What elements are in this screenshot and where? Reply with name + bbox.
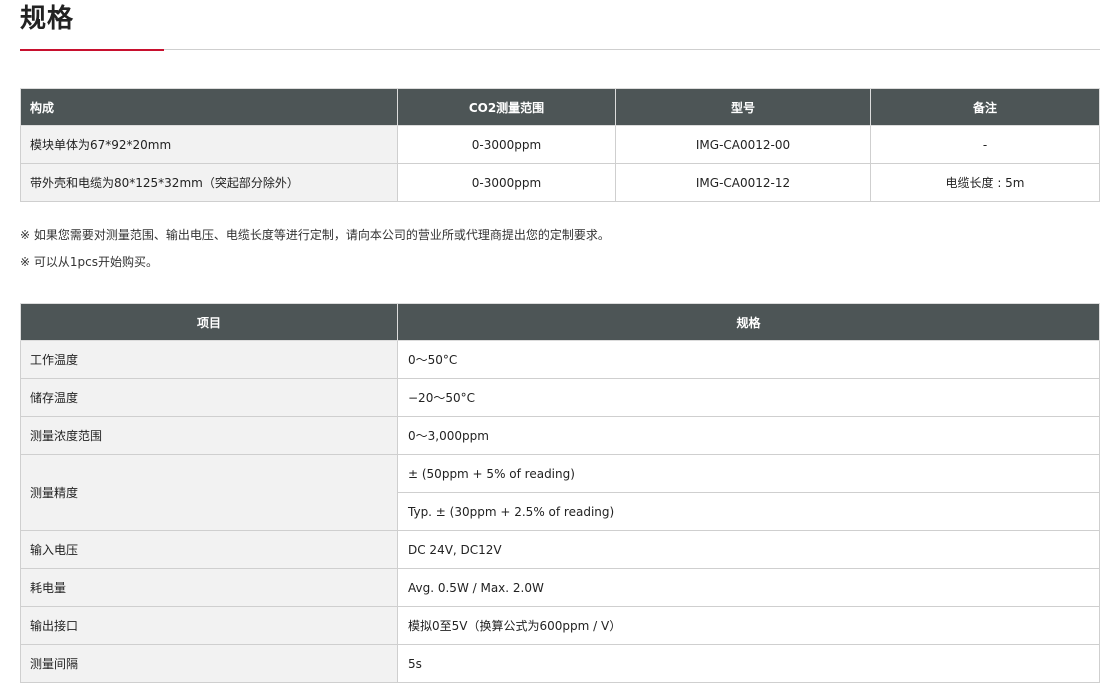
spec-value: Typ. ± (30ppm + 2.5% of reading) bbox=[397, 492, 1100, 531]
remarks-cell: 电缆长度 : 5m bbox=[870, 163, 1100, 202]
model-cell: IMG-CA0012-12 bbox=[615, 163, 871, 202]
composition-cell: 带外壳和电缆为80*125*32mm（突起部分除外） bbox=[20, 163, 398, 202]
note-customization: ※ 如果您需要对测量范围、输出电压、电缆长度等进行定制，请向本公司的营业所或代理… bbox=[20, 228, 610, 242]
header-co2-range: CO2测量范围 bbox=[397, 88, 616, 126]
table-row: 模块单体为67*92*20mm 0-3000ppm IMG-CA0012-00 … bbox=[20, 125, 1100, 164]
title-divider bbox=[20, 49, 1100, 50]
table-header-row: 项目 规格 bbox=[20, 303, 1100, 341]
spec-value: ± (50ppm + 5% of reading) bbox=[397, 454, 1100, 493]
header-composition: 构成 bbox=[20, 88, 398, 126]
spec-value: Avg. 0.5W / Max. 2.0W bbox=[397, 568, 1100, 607]
spec-label: 工作温度 bbox=[20, 340, 398, 379]
table-row: 测量浓度范围 0～3,000ppm bbox=[20, 416, 1100, 455]
spec-label: 测量间隔 bbox=[20, 644, 398, 683]
page-title: 规格 bbox=[20, 4, 75, 34]
notes: ※ 如果您需要对测量范围、输出电压、电缆长度等进行定制，请向本公司的营业所或代理… bbox=[20, 222, 610, 276]
co2-range-cell: 0-3000ppm bbox=[397, 163, 616, 202]
spec-value: DC 24V, DC12V bbox=[397, 530, 1100, 569]
header-remarks: 备注 bbox=[870, 88, 1100, 126]
header-spec: 规格 bbox=[397, 303, 1100, 341]
spec-label: 耗电量 bbox=[20, 568, 398, 607]
table-row: 测量间隔 5s bbox=[20, 644, 1100, 683]
table-row: 输入电压 DC 24V, DC12V bbox=[20, 530, 1100, 569]
spec-value: −20～50°C bbox=[397, 378, 1100, 417]
spec-value: 0～3,000ppm bbox=[397, 416, 1100, 455]
spec-value: 模拟0至5V（换算公式为600ppm / V） bbox=[397, 606, 1100, 645]
table-row: 测量精度 ± (50ppm + 5% of reading) bbox=[20, 454, 1100, 531]
co2-range-cell: 0-3000ppm bbox=[397, 125, 616, 164]
spec-label: 输入电压 bbox=[20, 530, 398, 569]
table-header-row: 构成 CO2测量范围 型号 备注 bbox=[20, 88, 1100, 126]
composition-table: 构成 CO2测量范围 型号 备注 模块单体为67*92*20mm 0-3000p… bbox=[20, 88, 1100, 202]
header-item: 项目 bbox=[20, 303, 398, 341]
remarks-cell: - bbox=[870, 125, 1100, 164]
spec-value: 0～50°C bbox=[397, 340, 1100, 379]
spec-label: 测量浓度范围 bbox=[20, 416, 398, 455]
table-row: 储存温度 −20～50°C bbox=[20, 378, 1100, 417]
table-row: 耗电量 Avg. 0.5W / Max. 2.0W bbox=[20, 568, 1100, 607]
spec-value: 5s bbox=[397, 644, 1100, 683]
note-minimum-order: ※ 可以从1pcs开始购买。 bbox=[20, 255, 158, 269]
table-row: 工作温度 0～50°C bbox=[20, 340, 1100, 379]
spec-label: 储存温度 bbox=[20, 378, 398, 417]
title-accent-bar bbox=[20, 49, 164, 51]
spec-label: 测量精度 bbox=[20, 454, 398, 531]
model-cell: IMG-CA0012-00 bbox=[615, 125, 871, 164]
table-row: 输出接口 模拟0至5V（换算公式为600ppm / V） bbox=[20, 606, 1100, 645]
spec-label: 输出接口 bbox=[20, 606, 398, 645]
table-row: 带外壳和电缆为80*125*32mm（突起部分除外） 0-3000ppm IMG… bbox=[20, 163, 1100, 202]
spec-table: 项目 规格 工作温度 0～50°C 储存温度 −20～50°C 测量浓度范围 0… bbox=[20, 303, 1100, 683]
composition-cell: 模块单体为67*92*20mm bbox=[20, 125, 398, 164]
header-model: 型号 bbox=[615, 88, 871, 126]
